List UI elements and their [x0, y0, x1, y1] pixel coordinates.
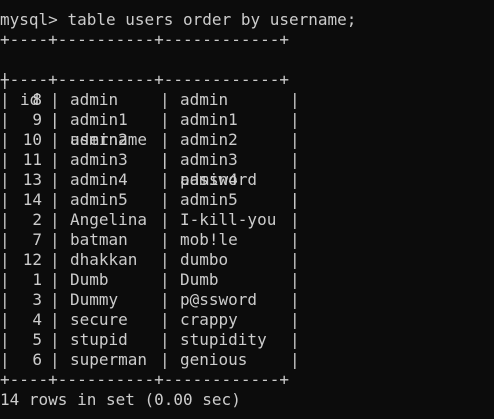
cell-password: admin2: [180, 130, 238, 149]
table-border-top: +----+----------+------------+: [0, 30, 289, 49]
prompt: mysql>: [0, 10, 68, 29]
cell-id: 12: [22, 250, 42, 269]
cell-id: 14: [22, 190, 42, 209]
table-row: | 1 | Dumb | Dumb |: [0, 270, 300, 289]
table-row: | 13 | admin4 | admin4 |: [0, 170, 300, 189]
result-summary: 14 rows in set (0.00 sec): [0, 390, 241, 409]
table-row: | 9 | admin1 | admin1 |: [0, 110, 300, 129]
cell-password: Dumb: [180, 270, 219, 289]
table-row: | 11 | admin3 | admin3 |: [0, 150, 300, 169]
cell-password: stupidity: [180, 330, 267, 349]
table-row: | 10 | admin2 | admin2 |: [0, 130, 300, 149]
table-row: | 8 | admin | admin |: [0, 90, 300, 109]
table-row: | 2 | Angelina | I-kill-you |: [0, 210, 300, 229]
cell-username: admin2: [70, 130, 128, 149]
cell-username: admin3: [70, 150, 128, 169]
cell-id: 6: [32, 350, 42, 369]
cell-password: crappy: [180, 310, 238, 329]
cell-username: admin: [70, 90, 119, 109]
terminal-window[interactable]: mysql> table users order by username; +-…: [0, 0, 494, 419]
table-header-row: | id | username | password |: [0, 70, 300, 209]
cell-id: 10: [22, 130, 42, 149]
table-row: | 7 | batman | mob!le |: [0, 230, 300, 249]
table-row: | 6 | superman | genious |: [0, 350, 300, 369]
cell-password: admin: [180, 90, 229, 109]
table-border-mid: +----+----------+------------+: [0, 70, 289, 89]
cell-password: mob!le: [180, 230, 238, 249]
cell-username: admin4: [70, 170, 128, 189]
cell-id: 5: [32, 330, 42, 349]
table-row: | 4 | secure | crappy |: [0, 310, 300, 329]
table-row: | 14 | admin5 | admin5 |: [0, 190, 300, 209]
cell-username: Dummy: [70, 290, 119, 309]
cell-id: 3: [32, 290, 42, 309]
cell-id: 4: [32, 310, 42, 329]
command-line: mysql> table users order by username;: [0, 10, 356, 30]
cell-username: stupid: [70, 330, 128, 349]
table-row: | 12 | dhakkan | dumbo |: [0, 250, 300, 269]
cell-password: admin3: [180, 150, 238, 169]
cell-id: 8: [32, 90, 42, 109]
table-border-bottom: +----+----------+------------+: [0, 370, 289, 389]
cell-id: 1: [32, 270, 42, 289]
table-row: | 5 | stupid | stupidity |: [0, 330, 300, 349]
cell-username: Dumb: [70, 270, 109, 289]
cell-username: secure: [70, 310, 128, 329]
cell-username: Angelina: [70, 210, 148, 229]
cell-username: admin5: [70, 190, 128, 209]
cell-username: dhakkan: [70, 250, 138, 269]
cell-password: admin5: [180, 190, 238, 209]
cell-password: dumbo: [180, 250, 229, 269]
cell-username: batman: [70, 230, 128, 249]
cell-password: p@ssword: [180, 290, 258, 309]
cell-id: 9: [32, 110, 42, 129]
cell-username: superman: [70, 350, 148, 369]
cell-id: 2: [32, 210, 42, 229]
cell-id: 13: [22, 170, 42, 189]
cell-password: admin1: [180, 110, 238, 129]
cell-password: genious: [180, 350, 248, 369]
cell-id: 7: [32, 230, 42, 249]
cell-id: 11: [22, 150, 42, 169]
cell-password: admin4: [180, 170, 238, 189]
table-row: | 3 | Dummy | p@ssword |: [0, 290, 300, 309]
cell-username: admin1: [70, 110, 128, 129]
cell-password: I-kill-you: [180, 210, 277, 229]
command-text: table users order by username;: [67, 10, 357, 29]
